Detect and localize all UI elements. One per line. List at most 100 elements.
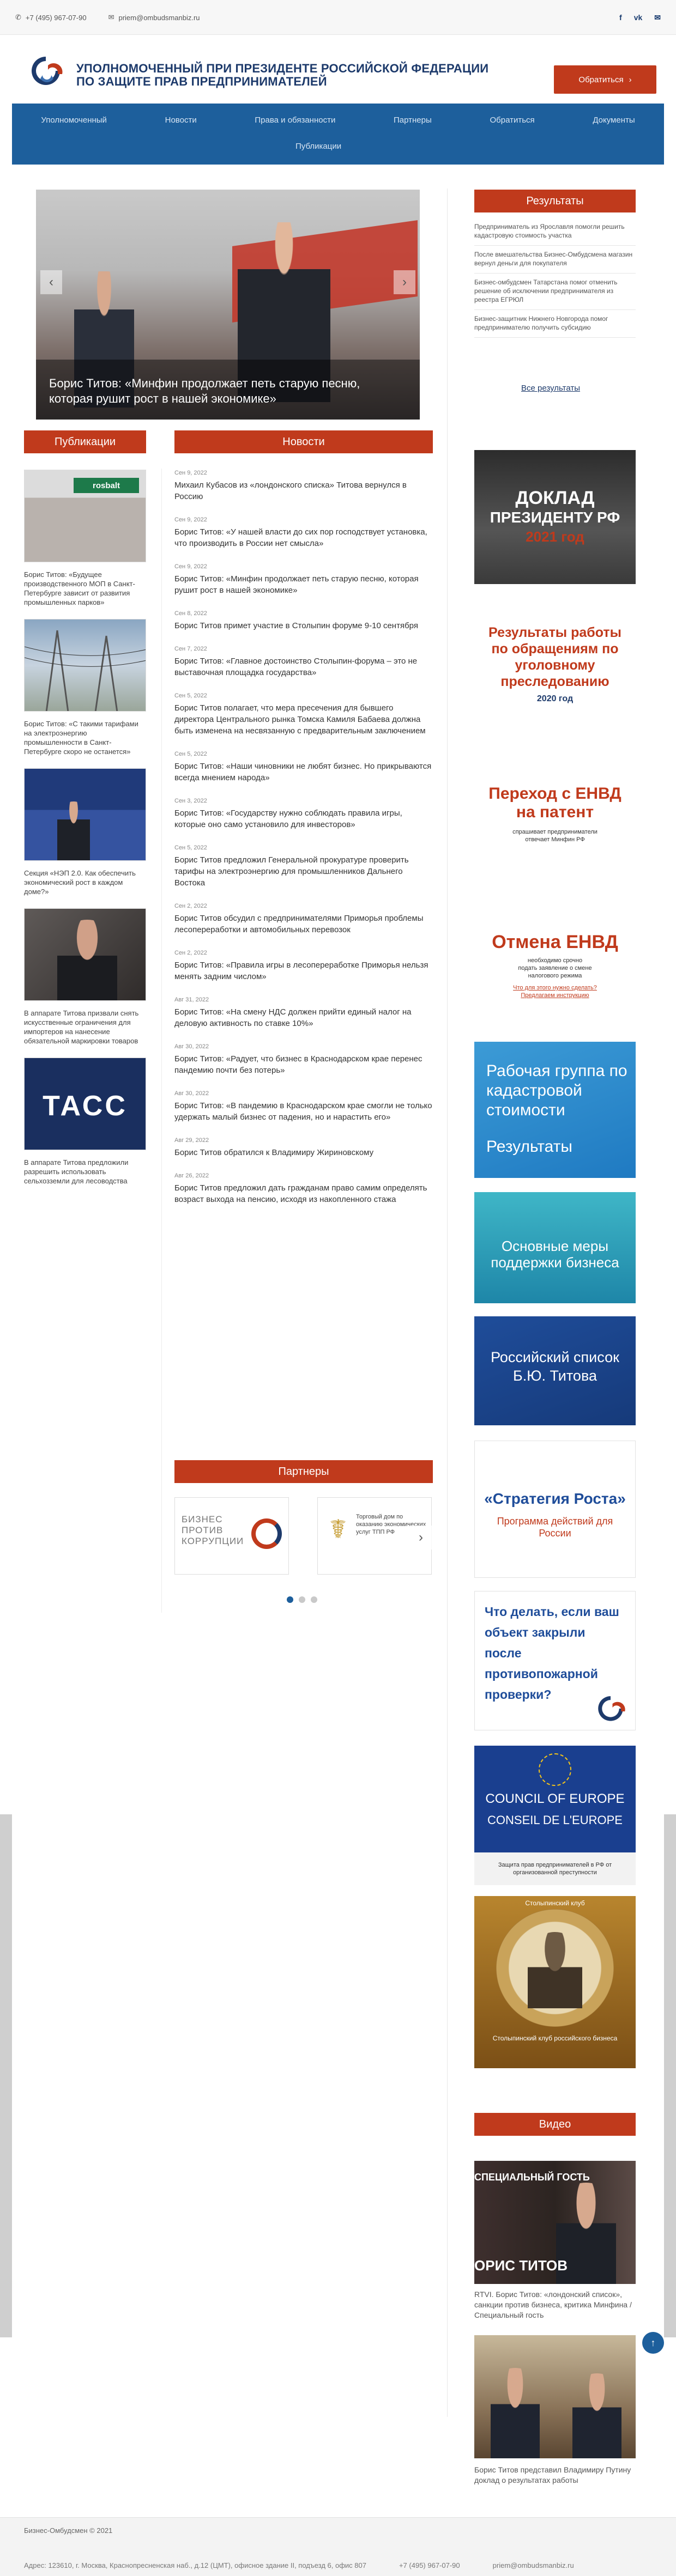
facebook-icon[interactable]: f — [619, 13, 622, 22]
phone-contact[interactable]: ✆ +7 (495) 967-07-90 — [15, 13, 87, 22]
publication-caption[interactable]: Борис Титов: «Будущее производственного … — [24, 570, 146, 607]
news-title[interactable]: Борис Титов предложил дать гражданам пра… — [174, 1182, 433, 1205]
pagination-dot[interactable] — [311, 1596, 317, 1603]
footer-email[interactable]: priem@ombudsmanbiz.ru — [493, 2561, 574, 2569]
publication-thumb[interactable] — [24, 908, 146, 1001]
slider-next-button[interactable]: › — [394, 270, 415, 294]
news-item[interactable]: Сен 7, 2022 Борис Титов: «Главное достоин… — [174, 646, 433, 678]
news-item[interactable]: Авг 29, 2022 Борис Титов обратился к Влад… — [174, 1137, 433, 1158]
conference-speaker — [57, 801, 90, 860]
support-banner[interactable]: Основные меры поддержки бизнеса — [474, 1192, 636, 1303]
publication-thumb[interactable]: ТАСС — [24, 1058, 146, 1150]
video-caption[interactable]: Борис Титов представил Владимиру Путину … — [474, 2465, 636, 2486]
publication-item[interactable]: Борис Титов: «С такими тарифами на элект… — [24, 619, 146, 756]
publication-thumb[interactable]: rosbalt — [24, 470, 146, 562]
nav-item-publications[interactable]: Публикации — [295, 142, 341, 151]
news-title[interactable]: Борис Титов: «На смену НДС должен прийти… — [174, 1006, 433, 1029]
publication-item[interactable]: rosbalt Борис Титов: «Будущее производст… — [24, 470, 146, 607]
news-title[interactable]: Борис Титов полагает, что мера пресечени… — [174, 702, 433, 737]
news-item[interactable]: Сен 9, 2022 Михаил Кубасов из «лондонског… — [174, 470, 433, 502]
news-title[interactable]: Борис Титов: «Правила игры в лесоперераб… — [174, 959, 433, 982]
vk-icon[interactable]: vk — [634, 13, 643, 22]
email-contact[interactable]: ✉ priem@ombudsmanbiz.ru — [108, 13, 200, 22]
cadastral-banner[interactable]: Рабочая группа по кадастровой стоимости … — [474, 1042, 636, 1178]
publication-item[interactable]: В аппарате Титова призвали снять искусст… — [24, 908, 146, 1046]
nav-item-partners[interactable]: Партнеры — [394, 116, 432, 125]
publication-caption[interactable]: Борис Титов: «С такими тарифами на элект… — [24, 719, 146, 756]
envd-cancel-link[interactable]: Что для этого нужно сделать? Предлагаем … — [474, 984, 636, 999]
news-item[interactable]: Авг 30, 2022 Борис Титов: «Радует, что би… — [174, 1043, 433, 1076]
news-item[interactable]: Сен 8, 2022 Борис Титов примет участие в … — [174, 610, 433, 631]
council-europe-banner[interactable]: COUNCIL OF EUROPE CONSEIL DE L'EUROPE За… — [474, 1746, 636, 1885]
news-title[interactable]: Борис Титов: «Государству нужно соблюдат… — [174, 807, 433, 830]
publication-thumb[interactable] — [24, 619, 146, 712]
news-item[interactable]: Сен 5, 2022 Борис Титов предложил Генерал… — [174, 845, 433, 889]
news-title[interactable]: Борис Титов: «В пандемию в Краснодарском… — [174, 1100, 433, 1123]
news-title[interactable]: Борис Титов обратился к Владимиру Жирино… — [174, 1147, 433, 1158]
news-item[interactable]: Сен 2, 2022 Борис Титов: «Правила игры в … — [174, 950, 433, 982]
news-title[interactable]: Борис Титов: «У нашей власти до сих пор … — [174, 526, 433, 549]
news-item[interactable]: Сен 9, 2022 Борис Титов: «Минфин продолжа… — [174, 563, 433, 596]
news-title[interactable]: Борис Титов: «Радует, что бизнес в Красн… — [174, 1053, 433, 1076]
news-title[interactable]: Борис Титов предложил Генеральной прокур… — [174, 854, 433, 889]
video-thumb[interactable]: СПЕЦИАЛЬНЫЙ ГОСТЬ ОРИС ТИТОВ — [474, 2161, 636, 2284]
result-item[interactable]: Бизнес-омбудсмен Татарстана помог отмени… — [474, 274, 636, 310]
publication-caption[interactable]: Секция «НЭП 2.0. Как обеспечить экономич… — [24, 868, 146, 896]
news-title[interactable]: Борис Титов примет участие в Столыпин фо… — [174, 620, 433, 631]
scroll-to-top-button[interactable]: ↑ — [642, 2332, 664, 2354]
video-thumb[interactable] — [474, 2335, 636, 2458]
brand-title[interactable]: УПОЛНОМОЧЕННЫЙ ПРИ ПРЕЗИДЕНТЕ РОССИЙСКОЙ… — [76, 62, 488, 88]
news-title[interactable]: Борис Титов: «Главное достоинство Столып… — [174, 655, 433, 678]
news-date: Авг 31, 2022 — [174, 997, 209, 1003]
list-banner[interactable]: Российский список Б.Ю. Титова — [474, 1316, 636, 1425]
publication-thumb[interactable] — [24, 768, 146, 861]
report-banner[interactable]: ДОКЛАД ПРЕЗИДЕНТУ РФ 2021 год — [474, 450, 636, 584]
news-item[interactable]: Авг 26, 2022 Борис Титов предложил дать г… — [174, 1172, 433, 1205]
news-item[interactable]: Сен 2, 2022 Борис Титов обсудил с предпри… — [174, 903, 433, 935]
news-title[interactable]: Борис Титов обсудил с предпринимателями … — [174, 913, 433, 935]
contact-button[interactable]: Обратиться › — [554, 65, 656, 94]
news-title[interactable]: Борис Титов: «Наши чиновники не любят би… — [174, 761, 433, 783]
news-item[interactable]: Сен 5, 2022 Борис Титов полагает, что мер… — [174, 692, 433, 737]
partner-card[interactable]: БИЗНЕС ПРОТИВ КОРРУПЦИИ — [174, 1497, 289, 1575]
nav-item-rights[interactable]: Права и обязанности — [255, 116, 335, 125]
result-item[interactable]: После вмешательства Бизнес-Омбудсмена ма… — [474, 246, 636, 274]
envd-patent-banner[interactable]: Переход с ЕНВД на патент спрашивает пред… — [474, 752, 636, 861]
envd-cancel-banner[interactable]: Отмена ЕНВД необходимо срочно подать зая… — [474, 894, 636, 1003]
all-results-link[interactable]: Все результаты — [521, 384, 580, 393]
strategy-banner[interactable]: «Стратегия Роста» Программа действий для… — [474, 1441, 636, 1578]
video-caption[interactable]: RTVI. Борис Титов: «лондонский список», … — [474, 2289, 636, 2320]
news-title[interactable]: Михаил Кубасов из «лондонского списка» Т… — [174, 479, 433, 502]
pagination-dot[interactable] — [299, 1596, 305, 1603]
news-item[interactable]: Авг 31, 2022 Борис Титов: «На смену НДС д… — [174, 997, 433, 1029]
footer-phone[interactable]: +7 (495) 967-07-90 — [399, 2561, 460, 2569]
criminal-banner[interactable]: Результаты работы по обращениям по уголо… — [474, 606, 636, 715]
nav-item-contact[interactable]: Обратиться — [490, 116, 534, 125]
result-item[interactable]: Предприниматель из Ярославля помогли реш… — [474, 218, 636, 246]
news-item[interactable]: Сен 3, 2022 Борис Титов: «Государству нуж… — [174, 798, 433, 830]
news-item[interactable]: Сен 9, 2022 Борис Титов: «У нашей власти … — [174, 517, 433, 549]
council-sub: Защита прав предпринимателей в РФ от орг… — [474, 1852, 636, 1885]
fire-check-banner[interactable]: Что делать, если ваш объект закрыли посл… — [474, 1591, 636, 1730]
partners-next-button[interactable]: › — [410, 1526, 432, 1550]
mail-social-icon[interactable]: ✉ — [654, 13, 661, 22]
hero-slider[interactable]: Борис Титов: «Минфин продолжает петь ста… — [36, 190, 420, 420]
stolypin-club-banner[interactable]: Столыпинский клуб Столыпинский клуб росс… — [474, 1896, 636, 2068]
slide-caption[interactable]: Борис Титов: «Минфин продолжает петь ста… — [36, 360, 420, 420]
result-item[interactable]: Бизнес-защитник Нижнего Новгорода помог … — [474, 310, 636, 338]
news-item[interactable]: Сен 5, 2022 Борис Титов: «Наши чиновники … — [174, 751, 433, 783]
pagination-dot[interactable] — [287, 1596, 293, 1603]
news-title[interactable]: Борис Титов: «Минфин продолжает петь ста… — [174, 573, 433, 596]
nav-item-ombudsman[interactable]: Уполномоченный — [41, 116, 107, 125]
publication-item[interactable]: ТАСС В аппарате Титова предложили разреш… — [24, 1058, 146, 1186]
social-links: f vk ✉ — [619, 13, 661, 22]
ombudsman-logo[interactable] — [24, 54, 68, 86]
nav-item-news[interactable]: Новости — [165, 116, 197, 125]
publication-caption[interactable]: В аппарате Титова призвали снять искусст… — [24, 1008, 146, 1046]
news-item[interactable]: Авг 30, 2022 Борис Титов: «В пандемию в К… — [174, 1090, 433, 1123]
nav-item-documents[interactable]: Документы — [593, 116, 635, 125]
publication-item[interactable]: Секция «НЭП 2.0. Как обеспечить экономич… — [24, 768, 146, 896]
slider-prev-button[interactable]: ‹ — [40, 270, 62, 294]
publication-caption[interactable]: В аппарате Титова предложили разрешить и… — [24, 1158, 146, 1186]
report-year: 2021 год — [526, 528, 584, 545]
